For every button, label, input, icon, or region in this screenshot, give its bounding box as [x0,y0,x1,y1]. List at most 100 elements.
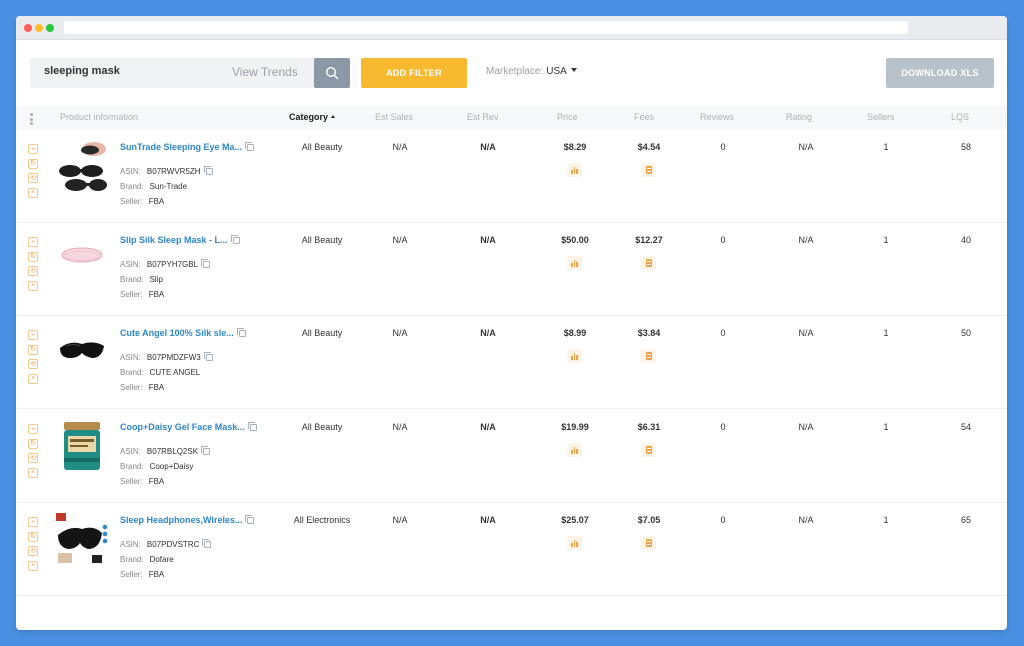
search-button[interactable] [314,58,350,88]
history-icon[interactable]: ⟲ [28,173,38,183]
marketplace-value: USA [546,66,567,77]
price-history-button[interactable] [567,443,582,457]
product-image[interactable] [56,233,108,285]
copy-asin-icon[interactable] [202,539,212,548]
column-header-reviews[interactable]: Reviews [700,112,734,122]
remove-icon[interactable]: × [28,187,38,198]
brand-value: Slip [149,275,163,284]
fees-calculator-button[interactable] [641,443,656,457]
product-image[interactable] [56,326,108,378]
product-title-link[interactable]: Cute Angel 100% Silk sle... [120,328,246,338]
search-toolbar: sleeping mask View Trends ADD FILTER Mar… [16,40,1007,106]
copy-asin-icon[interactable] [201,259,211,268]
seller-value: FBA [148,197,165,206]
copy-icon[interactable] [245,142,255,151]
add-icon[interactable]: + [28,144,38,154]
refresh-icon[interactable]: ↻ [28,344,38,355]
seller-value: FBA [148,383,165,392]
copy-icon[interactable] [236,328,246,337]
search-box: sleeping mask View Trends [30,58,330,88]
price-history-button[interactable] [567,256,582,270]
minimize-window-icon[interactable] [35,24,43,32]
row-actions: + ↻ ⟲ × [28,237,40,295]
price-history-button[interactable] [567,536,582,550]
rating-cell: N/A [798,422,814,432]
copy-asin-icon[interactable] [203,352,213,361]
rating-cell: N/A [798,328,814,338]
column-header-product: Product information [60,112,139,122]
product-title-link[interactable]: Slip Silk Sleep Mask - L... [120,235,240,245]
seller-field: Seller: FBA [120,477,164,486]
asin-field: ASIN: B07RWVR5ZH [120,166,213,176]
brand-label: Brand: [120,555,144,564]
seller-label: Seller: [120,570,143,579]
lqs-cell: 58 [960,142,971,152]
column-header-fees[interactable]: Fees [634,112,654,122]
copy-icon[interactable] [247,422,257,431]
column-header-price[interactable]: Price [557,112,578,122]
column-header-est-rev[interactable]: Est Rev [467,112,499,122]
seller-value: FBA [148,477,165,486]
search-input[interactable]: sleeping mask [44,65,194,77]
product-image[interactable] [56,513,108,565]
sort-ascending-icon [331,115,336,118]
column-header-sellers[interactable]: Sellers [867,112,895,122]
product-title-link[interactable]: SunTrade Sleeping Eye Ma... [120,142,255,152]
fees-calculator-button[interactable] [641,256,656,270]
copy-icon[interactable] [245,515,255,524]
close-window-icon[interactable] [24,24,32,32]
history-icon[interactable]: ⟲ [28,546,38,556]
seller-label: Seller: [120,477,143,486]
est-sales-cell: N/A [392,422,408,432]
add-filter-button[interactable]: ADD FILTER [361,58,467,88]
add-icon[interactable]: + [28,424,38,434]
brand-field: Brand: Coop+Daisy [120,462,193,471]
product-title: SunTrade Sleeping Eye Ma... [120,142,243,152]
copy-icon[interactable] [230,235,240,244]
asin-value: B07PDVSTRC [146,540,200,549]
remove-icon[interactable]: × [28,373,38,384]
column-header-lqs[interactable]: LQS [951,112,969,122]
refresh-icon[interactable]: ↻ [28,158,38,169]
column-header-rating[interactable]: Rating [786,112,812,122]
copy-asin-icon[interactable] [203,166,213,175]
seller-value: FBA [148,570,165,579]
marketplace-selector[interactable]: Marketplace: USA [486,66,577,77]
price-history-button[interactable] [567,349,582,363]
remove-icon[interactable]: × [28,280,38,291]
column-header-est-sales[interactable]: Est Sales [375,112,413,122]
fees-cell: $12.27 [635,235,663,245]
fees-calculator-button[interactable] [641,349,656,363]
address-bar[interactable] [64,21,908,34]
fees-calculator-button[interactable] [641,536,656,550]
maximize-window-icon[interactable] [46,24,54,32]
view-trends-link[interactable]: View Trends [232,65,298,79]
add-icon[interactable]: + [28,517,38,527]
refresh-icon[interactable]: ↻ [28,251,38,262]
refresh-icon[interactable]: ↻ [28,438,38,449]
remove-icon[interactable]: × [28,467,38,478]
seller-label: Seller: [120,383,143,392]
copy-asin-icon[interactable] [201,446,211,455]
product-image[interactable] [56,420,108,472]
rating-cell: N/A [798,142,814,152]
column-header-category[interactable]: Category [289,112,336,122]
add-icon[interactable]: + [28,237,38,247]
history-icon[interactable]: ⟲ [28,359,38,369]
add-icon[interactable]: + [28,330,38,340]
table-row: + ↻ ⟲ × Coop+Daisy Gel Face Mask... ASIN: B07R… [16,410,1007,503]
fees-calculator-button[interactable] [641,163,656,177]
remove-icon[interactable]: × [28,560,38,571]
brand-label: Brand: [120,275,144,284]
column-menu-icon[interactable] [30,113,34,125]
est-rev-cell: N/A [480,515,496,525]
history-icon[interactable]: ⟲ [28,453,38,463]
product-title-link[interactable]: Sleep Headphones,Wireles... [120,515,255,525]
product-title-link[interactable]: Coop+Daisy Gel Face Mask... [120,422,257,432]
product-image[interactable] [56,140,108,192]
download-xls-button[interactable]: DOWNLOAD XLS [886,58,994,88]
history-icon[interactable]: ⟲ [28,266,38,276]
est-sales-cell: N/A [392,328,408,338]
refresh-icon[interactable]: ↻ [28,531,38,542]
price-history-button[interactable] [567,163,582,177]
